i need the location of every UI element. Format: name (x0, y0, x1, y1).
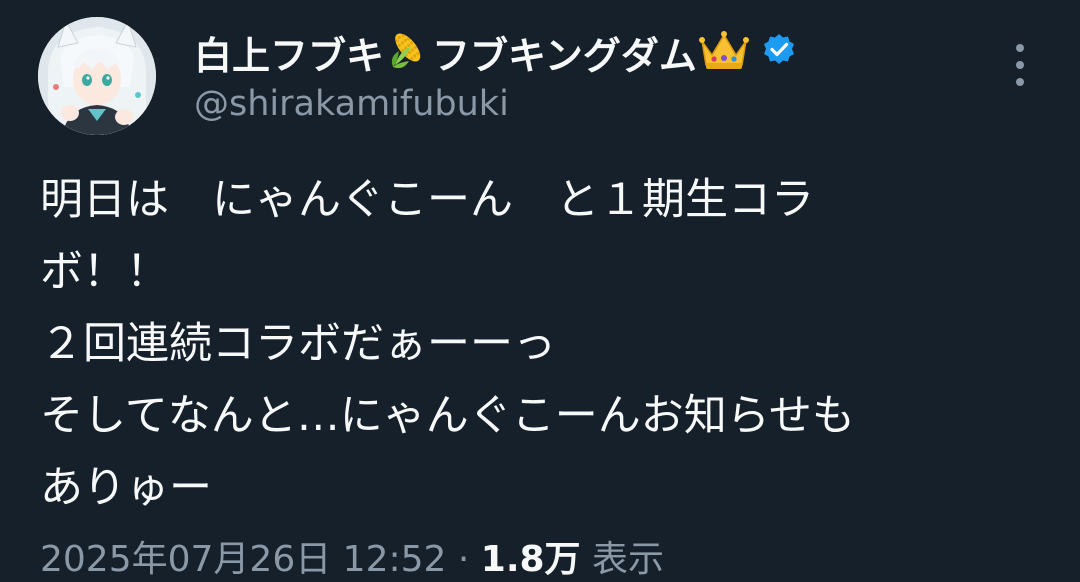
verified-badge-icon[interactable] (761, 32, 797, 72)
meta-separator: · (446, 539, 481, 580)
more-dot (1016, 61, 1024, 69)
tweet-meta: 2025年07月26日 12:52 · 1.8万 表示 (40, 530, 664, 582)
author-name-part2: フブキングダム (432, 33, 697, 78)
tweet-text-line: 明日は にゃんぐこーん と１期生コラ (40, 175, 814, 225)
crown-emoji (698, 27, 750, 77)
tweet-text-line: ボ！！ (40, 247, 169, 297)
author-handle[interactable]: @shirakamifubuki (194, 84, 509, 124)
avatar[interactable] (38, 17, 156, 135)
more-options-icon[interactable] (1000, 40, 1040, 90)
views-label: 表示 (592, 539, 665, 580)
tweet-text: 明日は にゃんぐこーん と１期生コラ ボ！！ ２回連続コラボだぁーーっ そしてな… (40, 164, 1040, 524)
avatar-image (38, 17, 156, 135)
tweet-text-line: ありゅー (40, 463, 212, 513)
tweet-text-line: ２回連続コラボだぁーーっ (40, 319, 556, 369)
author-name-part1: 白上フブキ (194, 33, 385, 78)
author-name-row[interactable]: 白上フブキ フブキングダム (194, 26, 797, 78)
tweet-text-line: そしてなんと…にゃんぐこーんお知らせも (40, 391, 855, 441)
tweet-timestamp[interactable]: 2025年07月26日 12:52 (40, 539, 446, 580)
tweet: 白上フブキ フブキングダム @shirakamifubuki 明日は にゃんぐこ… (0, 0, 1080, 582)
more-dot (1016, 44, 1024, 52)
corn-emoji (385, 27, 431, 77)
views-count[interactable]: 1.8万 (481, 539, 581, 580)
more-dot (1016, 78, 1024, 86)
